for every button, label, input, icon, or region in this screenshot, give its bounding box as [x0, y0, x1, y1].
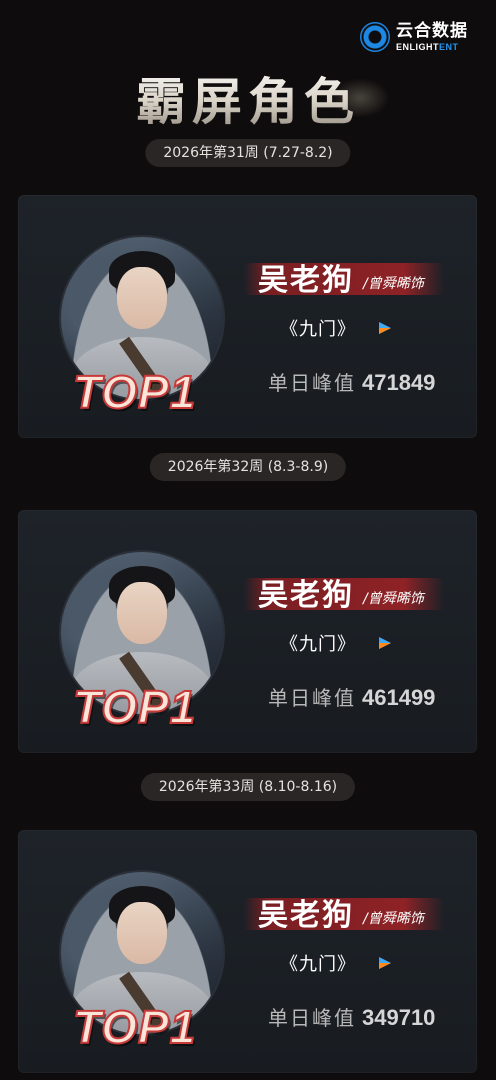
character-name: 吴老狗 — [258, 898, 354, 933]
page-title: 霸屏角色 — [136, 62, 360, 134]
week-label-32: 2026年第32周 (8.3-8.9) — [149, 453, 347, 481]
drama-title: 《九门》 — [280, 634, 356, 655]
daily-peak-value: 349710 — [362, 1005, 436, 1030]
play-icon — [379, 957, 391, 969]
daily-peak-value: 471849 — [362, 370, 436, 395]
enlightent-logo-icon — [360, 22, 390, 52]
rank-badge: TOP1 — [72, 365, 197, 419]
rank-badge: TOP1 — [72, 1000, 197, 1054]
daily-peak-value: 461499 — [362, 685, 436, 710]
ranking-card-week-31: TOP1 吴老狗 /曾舜晞饰 《九门》 单日峰值 471849 — [18, 195, 477, 438]
daily-peak: 单日峰值 461499 — [268, 682, 435, 711]
daily-peak: 单日峰值 471849 — [268, 367, 435, 396]
week-label-33: 2026年第33周 (8.10-8.16) — [140, 773, 356, 801]
week-label-31: 2026年第31周 (7.27-8.2) — [145, 139, 351, 167]
daily-peak-label: 单日峰值 — [268, 1006, 356, 1030]
daily-peak-label: 单日峰值 — [268, 686, 356, 710]
logo-english-text: ENLIGHTENT — [396, 41, 459, 52]
character-name: 吴老狗 — [258, 578, 354, 613]
ranking-card-week-33: TOP1 吴老狗 /曾舜晞饰 《九门》 单日峰值 349710 — [18, 830, 477, 1073]
daily-peak-label: 单日峰值 — [268, 371, 356, 395]
actor-credit: /曾舜晞饰 — [363, 276, 424, 292]
actor-credit: /曾舜晞饰 — [363, 591, 424, 607]
rank-badge: TOP1 — [72, 680, 197, 734]
daily-peak: 单日峰值 349710 — [268, 1002, 435, 1031]
play-icon — [379, 322, 391, 334]
logo-chinese-text: 云合数据 — [396, 20, 468, 41]
actor-credit: /曾舜晞饰 — [363, 911, 424, 927]
character-name: 吴老狗 — [258, 263, 354, 298]
enlightent-logo: 云合数据 ENLIGHTENT — [360, 22, 468, 52]
drama-title: 《九门》 — [280, 954, 356, 975]
play-icon — [379, 637, 391, 649]
drama-title: 《九门》 — [280, 319, 356, 340]
ranking-card-week-32: TOP1 吴老狗 /曾舜晞饰 《九门》 单日峰值 461499 — [18, 510, 477, 753]
